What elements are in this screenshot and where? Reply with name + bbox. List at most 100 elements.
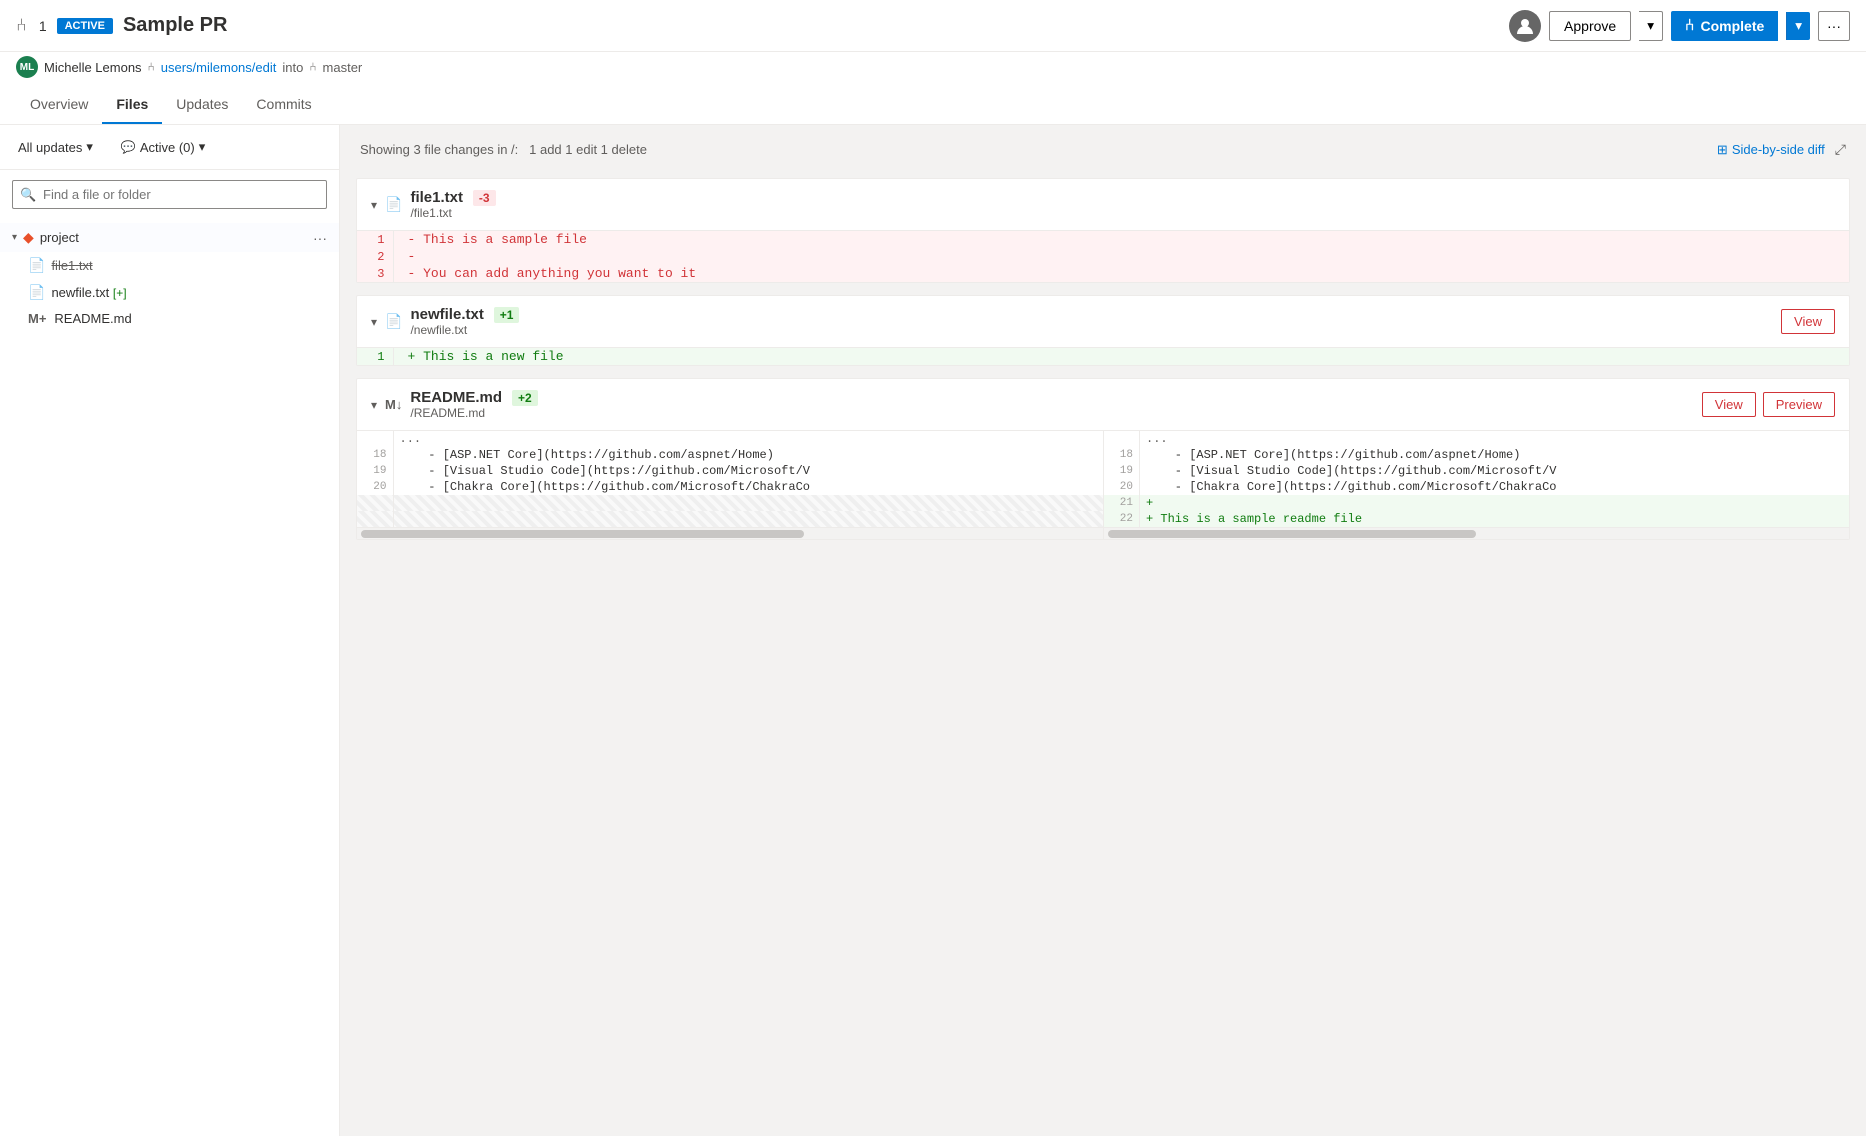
project-folder[interactable]: ▾ ◆ project ··· xyxy=(0,223,339,252)
comments-chevron-icon: ▾ xyxy=(199,139,206,155)
file-icon-2: 📄 xyxy=(28,284,45,301)
expand-button[interactable]: ⤢ xyxy=(1835,141,1846,158)
diff-line: 18 - [ASP.NET Core](https://github.com/a… xyxy=(357,447,1103,463)
diff-header-readme: ▾ M↓ README.md +2 /README.md View Previe… xyxy=(357,379,1849,431)
newfile-view-button[interactable]: View xyxy=(1781,309,1835,334)
sidebar-toolbar: All updates ▾ 💬 Active (0) ▾ xyxy=(0,125,339,170)
active-badge: ACTIVE xyxy=(57,18,113,34)
readme-name-header: README.md xyxy=(410,389,502,406)
comments-label: Active (0) xyxy=(140,140,195,155)
diff-left-side: ... 18 - [ASP.NET Core](https://github.c… xyxy=(357,431,1103,539)
complete-button[interactable]: ⑃ Complete xyxy=(1671,11,1778,41)
file1-diff-scroll: 1 - This is a sample file 2 - 3 - You ca… xyxy=(357,231,1849,282)
newfile-diff-scroll: 1 + This is a new file xyxy=(357,348,1849,365)
file1-path: /file1.txt xyxy=(410,206,495,220)
main-layout: All updates ▾ 💬 Active (0) ▾ 🔍 ▾ ◆ proje… xyxy=(0,125,1866,1136)
side-by-side-toggle[interactable]: ⊞ Side-by-side diff xyxy=(1717,142,1825,158)
diff-line: 19 - [Visual Studio Code](https://github… xyxy=(357,463,1103,479)
filter-chevron-icon: ▾ xyxy=(86,139,93,155)
file-search-box: 🔍 xyxy=(12,180,327,209)
diff-line-add: 21 + xyxy=(1104,495,1850,511)
right-scrollbar[interactable] xyxy=(1104,527,1850,539)
diff-card-newfile: ▾ 📄 newfile.txt +1 /newfile.txt View 1 +… xyxy=(356,295,1850,366)
newfile-path: /newfile.txt xyxy=(410,323,519,337)
tab-navigation: Overview Files Updates Commits xyxy=(0,86,1866,125)
file1-diff-table: 1 - This is a sample file 2 - 3 - You ca… xyxy=(357,231,1849,282)
sidebar-file-file1[interactable]: 📄 file1.txt xyxy=(0,252,339,279)
sub-header: ML Michelle Lemons ⑃ users/milemons/edit… xyxy=(0,52,1866,86)
approve-chevron-button[interactable]: ▾ xyxy=(1639,11,1663,41)
readme-view-button[interactable]: View xyxy=(1702,392,1756,417)
tab-updates[interactable]: Updates xyxy=(162,86,242,124)
approve-button[interactable]: Approve xyxy=(1549,11,1631,41)
side-by-side-icon: ⊞ xyxy=(1717,142,1728,158)
filter-label: All updates xyxy=(18,140,82,155)
file1-collapse-icon[interactable]: ▾ xyxy=(371,198,377,212)
readme-preview-button[interactable]: Preview xyxy=(1763,392,1835,417)
folder-icon: ◆ xyxy=(23,229,34,246)
diff-line: 2 - xyxy=(357,248,1849,265)
file-tree: ▾ ◆ project ··· 📄 file1.txt 📄 newfile.tx… xyxy=(0,219,339,1136)
file1-name: file1.txt xyxy=(51,258,327,273)
pr-count: 1 xyxy=(39,18,47,34)
md-icon: M+ xyxy=(28,311,46,326)
readme-diff-sidebyside: ... 18 - [ASP.NET Core](https://github.c… xyxy=(357,431,1849,539)
search-input[interactable] xyxy=(12,180,327,209)
newfile-collapse-icon[interactable]: ▾ xyxy=(371,315,377,329)
more-options-button[interactable]: ··· xyxy=(1818,11,1850,41)
newfile-icon: 📄 xyxy=(385,313,402,330)
readme-collapse-icon[interactable]: ▾ xyxy=(371,398,377,412)
newfile-badge: +1 xyxy=(494,307,520,323)
diff-header-newfile: ▾ 📄 newfile.txt +1 /newfile.txt View xyxy=(357,296,1849,348)
target-branch-icon: ⑃ xyxy=(309,60,316,74)
diff-line: ... xyxy=(357,431,1103,447)
source-branch-link[interactable]: users/milemons/edit xyxy=(161,60,277,75)
user-avatar: ML xyxy=(16,56,38,78)
sidebar-file-newfile[interactable]: 📄 newfile.txt [+] xyxy=(0,279,339,306)
summary-bar-right: ⊞ Side-by-side diff ⤢ xyxy=(1717,141,1846,158)
diff-line-add: 22 + This is a sample readme file xyxy=(1104,511,1850,527)
diff-line: 3 - You can add anything you want to it xyxy=(357,265,1849,282)
diff-line: ... xyxy=(1104,431,1850,447)
header: ⑃ 1 ACTIVE Sample PR Approve ▾ ⑃ Complet… xyxy=(0,0,1866,52)
file1-badge: -3 xyxy=(473,190,496,206)
summary-bar: Showing 3 file changes in /: 1 add 1 edi… xyxy=(356,141,1850,166)
diff-right-side: ... 18 - [ASP.NET Core](https://github.c… xyxy=(1104,431,1850,539)
file1-name-header: file1.txt xyxy=(410,189,463,206)
tab-overview[interactable]: Overview xyxy=(16,86,102,124)
readme-path: /README.md xyxy=(410,406,537,420)
into-text: into xyxy=(282,60,303,75)
diff-content: Showing 3 file changes in /: 1 add 1 edi… xyxy=(340,125,1866,1136)
pr-icon: ⑃ xyxy=(16,15,27,36)
diff-line: 20 - [Chakra Core](https://github.com/Mi… xyxy=(357,479,1103,495)
header-actions: Approve ▾ ⑃ Complete ▾ ··· xyxy=(1509,10,1850,42)
source-branch-icon: ⑃ xyxy=(148,60,155,74)
diff-card-file1: ▾ 📄 file1.txt -3 /file1.txt 1 - This is … xyxy=(356,178,1850,283)
newfile-name-header: newfile.txt xyxy=(410,306,483,323)
readme-md-icon: M↓ xyxy=(385,397,402,412)
folder-name: project xyxy=(40,230,307,245)
folder-more-icon[interactable]: ··· xyxy=(313,230,327,246)
diff-line: 19 - [Visual Studio Code](https://github… xyxy=(1104,463,1850,479)
all-updates-filter[interactable]: All updates ▾ xyxy=(12,135,99,159)
diff-line-empty xyxy=(357,495,1103,511)
complete-chevron-button[interactable]: ▾ xyxy=(1786,12,1810,40)
target-branch: master xyxy=(323,60,363,75)
diff-line-empty xyxy=(357,511,1103,527)
left-scrollbar[interactable] xyxy=(357,527,1103,539)
sidebar-file-readme[interactable]: M+ README.md xyxy=(0,306,339,331)
file1-icon: 📄 xyxy=(385,196,402,213)
folder-chevron-icon: ▾ xyxy=(12,232,17,243)
sidebar: All updates ▾ 💬 Active (0) ▾ 🔍 ▾ ◆ proje… xyxy=(0,125,340,1136)
diff-line: 20 - [Chakra Core](https://github.com/Mi… xyxy=(1104,479,1850,495)
file-icon: 📄 xyxy=(28,257,45,274)
tab-commits[interactable]: Commits xyxy=(242,86,325,124)
summary-text: Showing 3 file changes in /: 1 add 1 edi… xyxy=(360,142,647,157)
tab-files[interactable]: Files xyxy=(102,86,162,124)
diff-card-readme: ▾ M↓ README.md +2 /README.md View Previe… xyxy=(356,378,1850,540)
pr-title: Sample PR xyxy=(123,14,227,37)
newfile-name: newfile.txt [+] xyxy=(51,285,327,300)
comments-filter[interactable]: 💬 Active (0) ▾ xyxy=(115,135,211,159)
diff-line: 18 - [ASP.NET Core](https://github.com/a… xyxy=(1104,447,1850,463)
diff-line: 1 + This is a new file xyxy=(357,348,1849,365)
